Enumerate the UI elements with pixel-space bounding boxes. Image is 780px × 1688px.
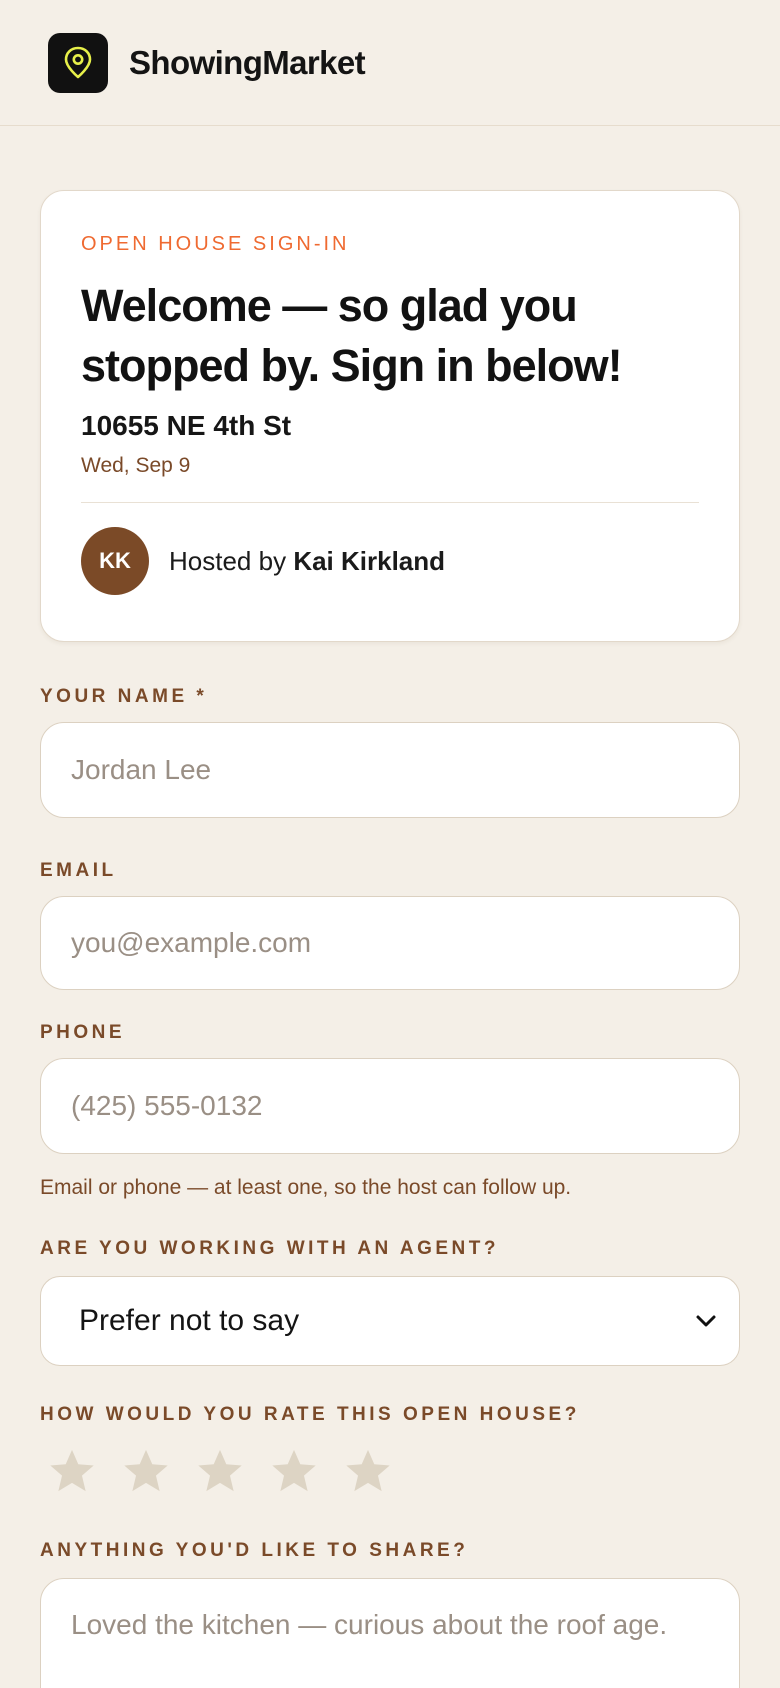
host-row: KK Hosted by Kai Kirkland xyxy=(81,527,699,595)
brand-name: ShowingMarket xyxy=(129,43,366,81)
contact-hint: Email or phone — at least one, so the ho… xyxy=(40,1176,572,1199)
top-bar: ShowingMarket xyxy=(0,0,780,126)
welcome-headline: Welcome — so glad you stopped by. Sign i… xyxy=(81,280,623,391)
star-rating xyxy=(46,1446,740,1498)
open-house-card: OPEN HOUSE SIGN-IN Welcome — so glad you… xyxy=(40,190,740,642)
star-icon[interactable] xyxy=(120,1446,172,1498)
email-input[interactable] xyxy=(40,896,740,990)
hosted-by-text: Hosted by Kai Kirkland xyxy=(169,546,445,577)
star-icon[interactable] xyxy=(46,1446,98,1498)
agent-select-value: Prefer not to say xyxy=(79,1304,300,1337)
app-logo[interactable] xyxy=(48,32,108,93)
star-icon[interactable] xyxy=(342,1446,394,1498)
property-address: 10655 NE 4th St xyxy=(81,410,292,441)
host-name: Kai Kirkland xyxy=(293,545,446,576)
card-divider xyxy=(81,502,699,503)
hosted-by-prefix: Hosted by xyxy=(169,545,287,576)
name-input[interactable] xyxy=(40,722,740,818)
phone-label: PHONE xyxy=(40,1022,126,1043)
host-avatar: KK xyxy=(81,527,149,595)
name-label: YOUR NAME * xyxy=(40,686,208,707)
chevron-down-icon xyxy=(696,1315,716,1327)
phone-input[interactable] xyxy=(40,1058,740,1154)
star-icon[interactable] xyxy=(268,1446,320,1498)
card-eyebrow: OPEN HOUSE SIGN-IN xyxy=(81,233,350,255)
main-content: OPEN HOUSE SIGN-IN Welcome — so glad you… xyxy=(0,126,780,1688)
agent-select[interactable]: Prefer not to say xyxy=(40,1276,740,1366)
comments-textarea[interactable] xyxy=(40,1578,740,1688)
agent-label: ARE YOU WORKING WITH AN AGENT? xyxy=(40,1238,499,1259)
comments-label: ANYTHING YOU'D LIKE TO SHARE? xyxy=(40,1540,469,1561)
open-house-date: Wed, Sep 9 xyxy=(81,454,191,477)
rating-label: HOW WOULD YOU RATE THIS OPEN HOUSE? xyxy=(40,1404,580,1425)
star-icon[interactable] xyxy=(194,1446,246,1498)
email-label: EMAIL xyxy=(40,860,117,881)
map-pin-icon xyxy=(64,46,92,78)
